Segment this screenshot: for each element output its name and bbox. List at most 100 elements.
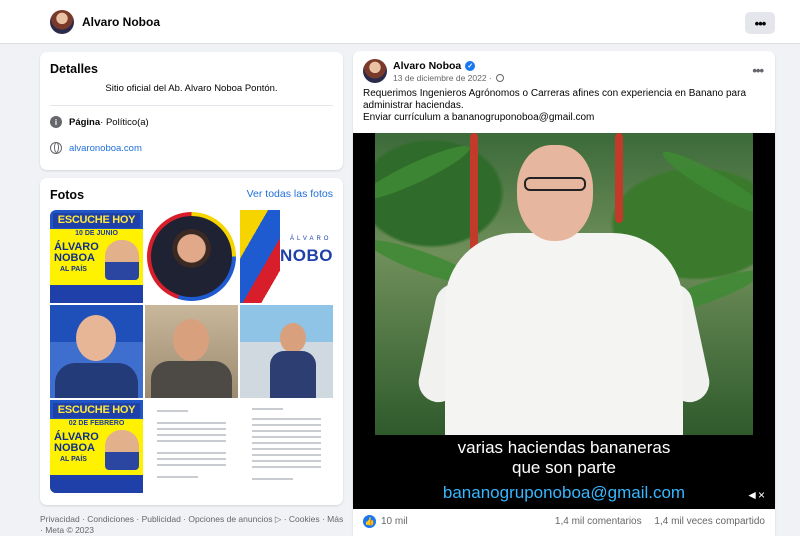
info-icon: i: [50, 116, 62, 128]
logo-text: NOBO: [280, 246, 333, 265]
photo-thumbnail[interactable]: ESCUCHE HOY 02 DE FEBRERO ÁLVARO NOBOA A…: [50, 400, 143, 493]
palm-stem: [615, 133, 623, 223]
globe-icon: [50, 142, 62, 154]
post-video[interactable]: varias haciendas bananeras que son parte…: [353, 133, 775, 509]
share-count[interactable]: 1,4 mil veces compartido: [654, 516, 765, 527]
photos-card: Fotos Ver todas las fotos ESCUCHE HOY 10…: [40, 178, 343, 505]
poster-line: AL PAÍS: [60, 456, 87, 463]
photo-thumbnail[interactable]: [240, 400, 333, 493]
document-line: [157, 422, 226, 424]
document-line: [252, 436, 321, 438]
website-link[interactable]: alvaronoboa.com: [69, 143, 142, 154]
more-options-button[interactable]: •••: [745, 12, 775, 34]
photo-thumbnail[interactable]: ESCUCHE HOY 10 DE JUNIO ÁLVARO NOBOA AL …: [50, 210, 143, 303]
post-author-name[interactable]: Alvaro Noboa: [393, 60, 461, 72]
photo-thumbnail[interactable]: [145, 210, 238, 303]
poster-date: 10 DE JUNIO: [50, 229, 143, 238]
page-header-bar: Alvaro Noboa •••: [0, 0, 800, 44]
document-line: [157, 410, 188, 412]
poster-header: ESCUCHE HOY: [53, 213, 140, 228]
photo-thumbnail[interactable]: [240, 305, 333, 398]
palm-leaf: [375, 138, 474, 208]
mute-icon[interactable]: ◄×: [746, 488, 765, 502]
post-text-line: Enviar currículum a bananogruponoboa@gma…: [363, 112, 595, 123]
post-date[interactable]: 13 de diciembre de 2022 ·: [393, 73, 504, 83]
flag-stripes: [240, 210, 280, 303]
post-author-avatar[interactable]: [363, 59, 387, 83]
details-card: Detalles Sitio oficial del Ab. Alvaro No…: [40, 52, 343, 170]
post-card: Alvaro Noboa ✓ 13 de diciembre de 2022 ·…: [353, 51, 775, 536]
portrait-image: [151, 216, 232, 297]
public-globe-icon: [495, 74, 504, 82]
post-text: Requerimos Ingenieros Agrónomos o Carrer…: [363, 88, 753, 124]
document-line: [252, 418, 321, 420]
document-line: [157, 452, 226, 454]
poster-footer: [50, 285, 143, 303]
document-line: [252, 466, 321, 468]
post-text-line: Requerimos Ingenieros Agrónomos o Carrer…: [363, 88, 747, 111]
video-caption: varias haciendas bananeras que son parte: [353, 438, 775, 478]
footer-links[interactable]: Privacidad · Condiciones · Publicidad · …: [40, 514, 345, 536]
photo-thumbnail[interactable]: [50, 305, 143, 398]
engagement-counts: 1,4 mil comentarios 1,4 mil veces compar…: [545, 516, 765, 527]
divider: [50, 105, 333, 106]
video-frame: [375, 133, 753, 435]
document-line: [252, 430, 321, 432]
like-icon: 👍: [363, 515, 376, 528]
document-line: [157, 440, 226, 442]
like-count[interactable]: 10 mil: [381, 516, 408, 527]
document-line: [252, 448, 321, 450]
photo-thumbnail[interactable]: [145, 400, 238, 493]
post-author[interactable]: Alvaro Noboa ✓: [393, 60, 476, 72]
comment-count[interactable]: 1,4 mil comentarios: [555, 516, 642, 527]
document-line: [252, 442, 321, 444]
document-line: [252, 478, 293, 480]
poster-date: 02 DE FEBRERO: [50, 419, 143, 428]
details-description: Sitio oficial del Ab. Alvaro Noboa Pontó…: [105, 83, 278, 94]
document-line: [157, 428, 226, 430]
portrait-head: [76, 315, 116, 361]
caption-line: que son parte: [512, 458, 616, 477]
page-name[interactable]: Alvaro Noboa: [82, 15, 160, 29]
page-category: · Político(a): [100, 116, 149, 128]
portrait-head: [280, 323, 306, 353]
man-shirt: [445, 233, 683, 435]
post-stats: 👍 10 mil 1,4 mil comentarios 1,4 mil vec…: [363, 515, 765, 528]
document-line: [157, 434, 226, 436]
portrait-suit: [55, 363, 138, 398]
photos-title: Fotos: [50, 188, 85, 202]
poster-portrait: [105, 430, 139, 470]
video-caption-email: bananogruponoboa@gmail.com: [442, 483, 686, 502]
palm-leaf: [658, 144, 753, 222]
verified-badge-icon: ✓: [465, 61, 476, 71]
poster-name: ÁLVARO NOBOA: [54, 241, 99, 264]
portrait-suit: [151, 361, 232, 398]
man-head: [517, 145, 593, 241]
photo-thumbnail[interactable]: ÁLVARO NOBO: [240, 210, 333, 303]
document-line: [157, 476, 198, 478]
portrait-suit: [270, 351, 316, 398]
document-line: [252, 460, 321, 462]
document-line: [157, 458, 226, 460]
profile-avatar[interactable]: [50, 10, 74, 34]
post-date-text[interactable]: 13 de diciembre de 2022 ·: [393, 73, 492, 83]
document-line: [252, 424, 321, 426]
see-all-photos-link[interactable]: Ver todas las fotos: [247, 188, 333, 200]
document-line: [157, 464, 226, 466]
photo-thumbnail[interactable]: [145, 305, 238, 398]
palm-stem: [470, 133, 478, 253]
caption-line: varias haciendas bananeras: [457, 438, 671, 457]
portrait-head: [173, 319, 209, 361]
details-title: Detalles: [50, 62, 98, 76]
page-label: Página: [69, 116, 101, 128]
post-options-button[interactable]: •••: [752, 63, 764, 78]
poster-name: ÁLVARO NOBOA: [54, 431, 99, 454]
document-line: [252, 408, 283, 410]
poster-line: AL PAÍS: [60, 266, 87, 273]
poster-header: ESCUCHE HOY: [53, 403, 140, 418]
document-line: [252, 454, 321, 456]
website-row: alvaronoboa.com: [50, 142, 142, 154]
logo-small-text: ÁLVARO: [290, 236, 332, 242]
photo-grid: ESCUCHE HOY 10 DE JUNIO ÁLVARO NOBOA AL …: [50, 210, 333, 493]
poster-footer: [50, 475, 143, 493]
